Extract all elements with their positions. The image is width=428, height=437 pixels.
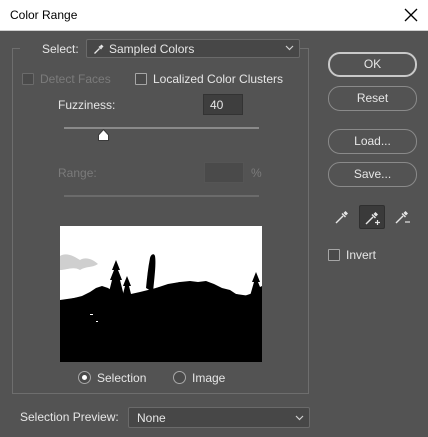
selection-radio-label: Selection [97, 371, 147, 385]
save-button[interactable]: Save... [328, 162, 417, 187]
load-button[interactable]: Load... [328, 129, 417, 154]
panel-border-right-tick [300, 48, 309, 49]
range-input [204, 162, 244, 183]
ok-button-label: OK [363, 57, 382, 71]
save-button-label: Save... [353, 167, 392, 181]
close-button[interactable] [398, 3, 424, 28]
range-label: Range: [58, 166, 97, 180]
close-icon [404, 8, 418, 22]
selection-radio[interactable] [78, 371, 91, 384]
preview-image [60, 226, 262, 362]
detect-faces-label: Detect Faces [40, 72, 111, 86]
image-radio[interactable] [173, 371, 186, 384]
reset-button-label: Reset [356, 91, 389, 105]
image-radio-label: Image [192, 371, 226, 385]
window-title: Color Range [10, 8, 78, 22]
select-dropdown[interactable]: Sampled Colors [86, 39, 300, 58]
selection-preview-label: Selection Preview: [20, 410, 119, 424]
invert-checkbox[interactable] [328, 249, 340, 261]
select-value: Sampled Colors [109, 42, 195, 56]
select-label: Select: [42, 42, 79, 56]
fuzziness-input[interactable]: 40 [203, 94, 243, 115]
fuzziness-value: 40 [210, 98, 224, 112]
detect-faces-checkbox[interactable] [22, 73, 34, 85]
fuzziness-label: Fuzziness: [58, 98, 116, 112]
fuzziness-slider-track[interactable] [64, 127, 259, 129]
eyedropper-plus-tool[interactable] [359, 205, 385, 229]
reset-button[interactable]: Reset [328, 86, 417, 111]
eyedropper-tool[interactable] [329, 205, 355, 229]
range-slider-track [64, 195, 259, 197]
eyedropper-icon [335, 211, 348, 224]
eyedropper-minus-tool[interactable] [389, 205, 415, 229]
fuzziness-slider-thumb[interactable] [97, 129, 109, 141]
chevron-down-icon [285, 45, 294, 51]
localized-clusters-checkbox[interactable] [135, 73, 147, 85]
load-button-label: Load... [354, 134, 391, 148]
localized-clusters-label: Localized Color Clusters [153, 72, 284, 86]
title-bar: Color Range [0, 0, 428, 31]
invert-label: Invert [346, 248, 377, 262]
eyedropper-icon [94, 44, 104, 54]
panel-border-left-tick [12, 48, 20, 49]
range-unit: % [251, 166, 262, 180]
selection-preview-dropdown[interactable]: None [128, 407, 310, 428]
ok-button[interactable]: OK [328, 52, 417, 77]
selection-preview-graphic [60, 226, 262, 362]
chevron-down-icon [295, 415, 304, 421]
eyedropper-plus-icon [365, 212, 380, 225]
eyedropper-minus-icon [395, 211, 410, 224]
selection-preview-value: None [137, 411, 166, 425]
